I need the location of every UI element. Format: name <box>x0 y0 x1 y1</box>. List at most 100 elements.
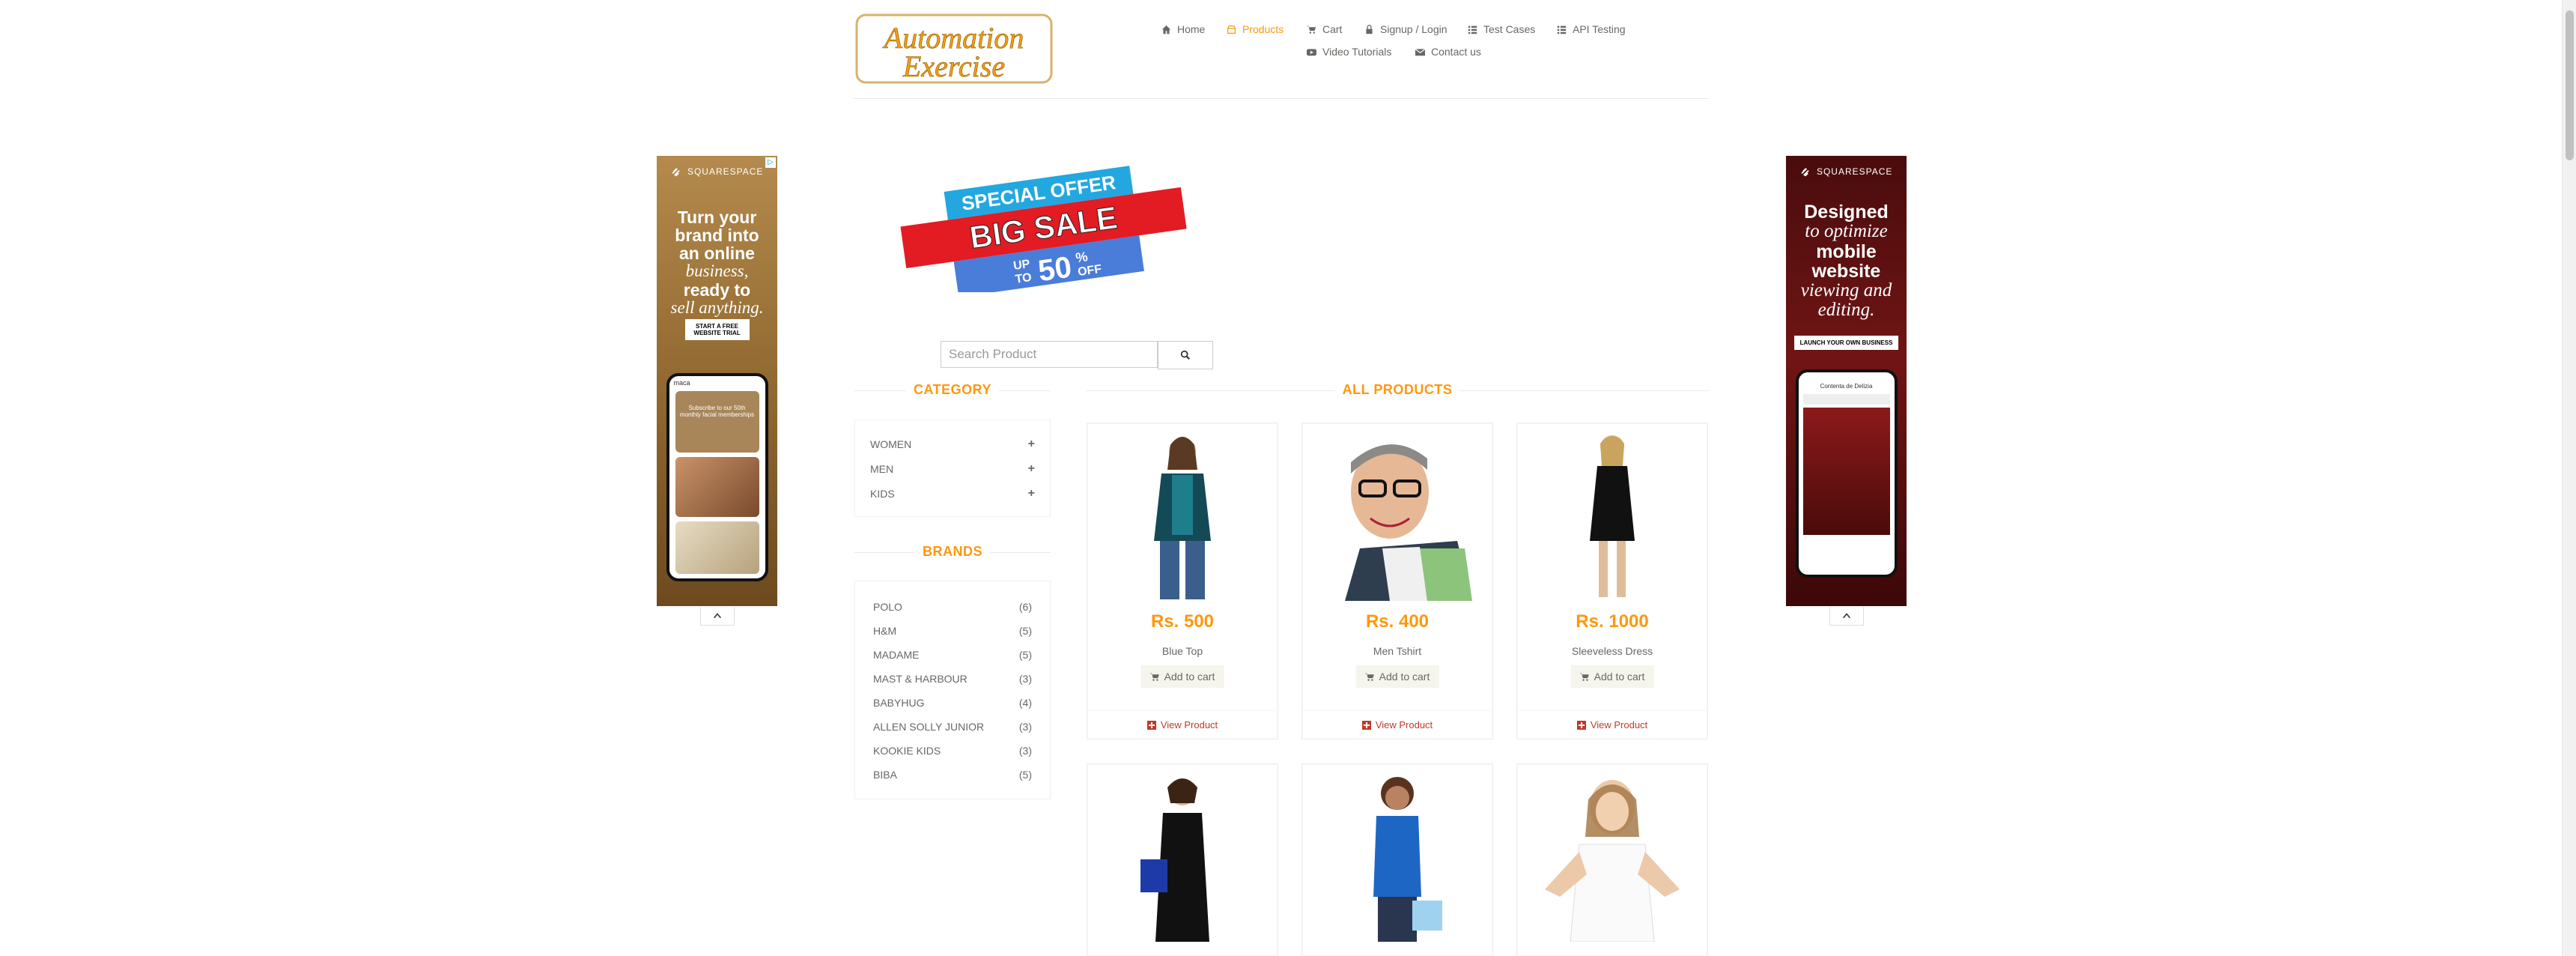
left-ad-collapse-button[interactable] <box>700 607 735 626</box>
product-name: Men Tshirt <box>1373 645 1422 657</box>
category-item-men[interactable]: MEN + <box>870 462 1035 477</box>
add-to-cart-button[interactable]: Add to cart <box>1140 665 1224 688</box>
ad-cta-button[interactable]: LAUNCH YOUR OWN BUSINESS <box>1793 336 1899 350</box>
squarespace-logo-icon <box>672 168 680 177</box>
product-image[interactable] <box>1522 429 1702 601</box>
brand-item[interactable]: BIBA (5) <box>873 767 1032 782</box>
youtube-icon <box>1307 48 1316 55</box>
right-advertisement[interactable]: SQUARESPACE Designed to optimize mobile … <box>1786 156 1907 606</box>
nav-signup-login[interactable]: Signup / Login <box>1364 23 1448 35</box>
view-product-row: View Product <box>1518 719 1707 732</box>
product-image[interactable] <box>1307 429 1487 601</box>
ad-phone-mockup: maca Subscribe to our 50th monthly facia… <box>666 373 768 581</box>
view-product-row: View Product <box>1088 719 1277 732</box>
nav-home-label: Home <box>1177 23 1206 35</box>
category-title: CATEGORY <box>854 382 1051 398</box>
plus-icon: + <box>1027 487 1035 500</box>
home-icon <box>1161 25 1171 34</box>
product-card <box>1302 764 1492 956</box>
envelope-icon <box>1415 48 1425 55</box>
nav-cart[interactable]: Cart <box>1307 23 1342 35</box>
svg-text:50: 50 <box>1036 251 1074 288</box>
product-card <box>1517 764 1707 956</box>
cart-icon <box>1364 673 1374 681</box>
svg-text:TO: TO <box>1015 271 1033 286</box>
product-name: Blue Top <box>1161 645 1203 657</box>
left-advertisement[interactable]: ▷ SQUARESPACE Turn your brand into an on… <box>657 156 777 606</box>
brands-panel: POLO (6) H&M (5) MADAME (5) MAST & HARBOUR(… <box>854 581 1051 799</box>
nav-video-tutorials[interactable]: Video Tutorials <box>1307 46 1391 58</box>
ad-brand: SQUARESPACE <box>1786 166 1907 178</box>
nav-products-label: Products <box>1242 23 1284 35</box>
all-products-title: ALL PRODUCTS <box>1086 382 1709 398</box>
product-card: Rs. 1000 Sleeveless Dress Add to cart Vi… <box>1517 423 1707 739</box>
plus-icon: + <box>1027 438 1035 450</box>
nav-home[interactable]: Home <box>1161 23 1205 35</box>
card-divider <box>1088 710 1277 711</box>
search-button[interactable] <box>1158 341 1213 369</box>
card-divider <box>1303 710 1492 711</box>
brand-item[interactable]: POLO (6) <box>873 599 1032 614</box>
svg-text:%: % <box>1075 249 1089 265</box>
logo-text-bottom: Exercise <box>902 49 1005 83</box>
add-to-cart-button[interactable]: Add to cart <box>1570 665 1654 688</box>
brand-item[interactable]: MADAME (5) <box>873 647 1032 662</box>
view-product-link[interactable]: View Product <box>1576 719 1647 730</box>
product-card: Rs. 400 Men Tshirt Add to cart View Prod… <box>1302 423 1492 739</box>
product-card <box>1087 764 1278 956</box>
right-ad-collapse-button[interactable] <box>1829 607 1864 626</box>
view-product-link[interactable]: View Product <box>1146 719 1218 730</box>
nav-api-testing[interactable]: API Testing <box>1557 23 1626 35</box>
nav-video-tutorials-label: Video Tutorials <box>1322 46 1392 58</box>
ad-headline: Turn your brand into an online business,… <box>670 208 764 317</box>
list-icon <box>1557 25 1567 34</box>
ad-cta-button[interactable]: START A FREE WEBSITE TRIAL <box>684 319 750 340</box>
category-panel: WOMEN + MEN + KIDS + <box>854 420 1051 517</box>
plus-square-icon <box>1361 720 1371 730</box>
product-image[interactable] <box>1093 769 1272 942</box>
view-product-row: View Product <box>1303 719 1492 732</box>
cart-icon <box>1149 673 1159 681</box>
search-product-input[interactable] <box>941 341 1158 368</box>
header-divider <box>854 98 1709 99</box>
brand-item[interactable]: KOOKIE KIDS (3) <box>873 743 1032 758</box>
page-scrollbar[interactable] <box>2562 0 2576 956</box>
chevron-up-icon <box>714 613 721 619</box>
cart-icon <box>1307 25 1316 34</box>
product-price: Rs. 1000 <box>1576 611 1649 632</box>
ad-brand: SQUARESPACE <box>657 166 777 178</box>
product-price: Rs. 400 <box>1365 611 1430 632</box>
brands-title: BRANDS <box>854 544 1051 560</box>
brand-item[interactable]: BABYHUG (4) <box>873 695 1032 710</box>
brand-item[interactable]: MAST & HARBOUR (3) <box>873 671 1032 686</box>
product-image[interactable] <box>1307 769 1487 942</box>
product-image[interactable] <box>1093 429 1272 601</box>
plus-square-icon <box>1146 720 1156 730</box>
category-item-women[interactable]: WOMEN + <box>870 437 1035 452</box>
brand-item[interactable]: H&M (5) <box>873 623 1032 638</box>
nav-products[interactable]: Products <box>1227 23 1284 35</box>
nav-contact-us[interactable]: Contact us <box>1415 46 1481 58</box>
lock-icon <box>1366 24 1373 34</box>
product-image[interactable] <box>1522 769 1702 942</box>
product-price: Rs. 500 <box>1150 611 1215 632</box>
ad-headline: Designed to optimize mobile website view… <box>1800 202 1892 321</box>
site-logo[interactable]: Automation Exercise <box>855 13 1053 84</box>
nav-test-cases[interactable]: Test Cases <box>1468 23 1535 35</box>
ad-phone-mockup: Contenta de Delizia <box>1795 369 1898 578</box>
view-product-link[interactable]: View Product <box>1361 719 1433 730</box>
card-divider <box>1518 710 1707 711</box>
scrollbar-thumb[interactable] <box>2566 10 2574 160</box>
squarespace-logo-icon <box>1801 168 1809 177</box>
product-card: Rs. 500 Blue Top Add to cart View Produc… <box>1087 423 1278 739</box>
nav-api-testing-label: API Testing <box>1573 23 1626 35</box>
products-icon <box>1227 25 1236 34</box>
category-item-kids[interactable]: KIDS + <box>870 486 1035 501</box>
svg-text:UP: UP <box>1012 258 1031 273</box>
special-offer-banner: SPECIAL OFFER BIG SALE UP TO 50 % OFF <box>900 166 1187 292</box>
nav-cart-label: Cart <box>1322 23 1343 35</box>
nav-signup-login-label: Signup / Login <box>1380 23 1448 35</box>
add-to-cart-button[interactable]: Add to cart <box>1355 665 1439 688</box>
brand-item[interactable]: ALLEN SOLLY JUNIOR (3) <box>873 719 1032 734</box>
cart-icon <box>1579 673 1589 681</box>
